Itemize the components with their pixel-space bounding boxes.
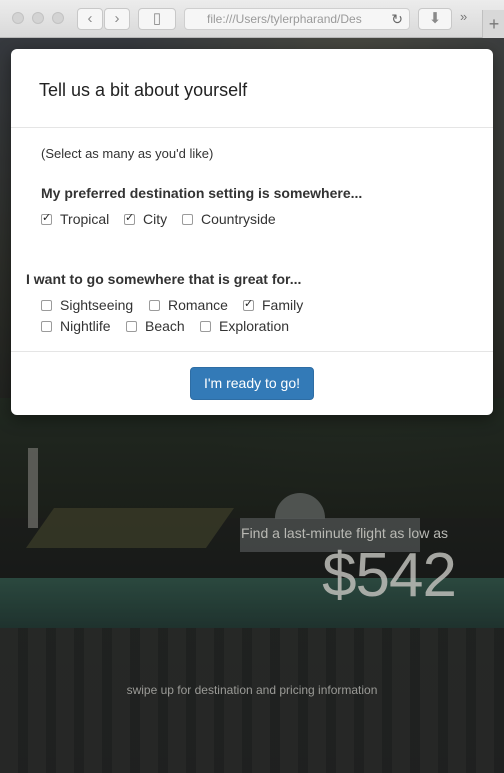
option-city[interactable]: City bbox=[124, 211, 167, 227]
downloads-button[interactable]: ⬇ bbox=[418, 8, 452, 30]
option-tropical[interactable]: Tropical bbox=[41, 211, 109, 227]
option-exploration[interactable]: Exploration bbox=[200, 318, 289, 334]
checkbox-tropical[interactable] bbox=[41, 211, 52, 225]
divider bbox=[11, 127, 493, 128]
chevron-right-icon: › bbox=[114, 10, 120, 27]
option-countryside[interactable]: Countryside bbox=[182, 211, 276, 227]
new-tab-button[interactable]: + bbox=[482, 10, 504, 38]
option-sightseeing[interactable]: Sightseeing bbox=[41, 297, 133, 313]
option-family[interactable]: Family bbox=[243, 297, 303, 313]
trip-purpose-question: I want to go somewhere that is great for… bbox=[26, 271, 302, 287]
more-toolbar-items-button[interactable]: » bbox=[460, 9, 467, 24]
reload-icon[interactable]: ↻ bbox=[391, 9, 403, 29]
option-beach[interactable]: Beach bbox=[126, 318, 185, 334]
divider bbox=[11, 351, 493, 352]
promo-price: $542 bbox=[322, 541, 457, 610]
sidebar-toggle-button[interactable]: ▯ bbox=[138, 8, 176, 30]
sidebar-icon: ▯ bbox=[152, 10, 162, 27]
chevron-left-icon: ‹ bbox=[87, 10, 93, 27]
back-button[interactable]: ‹ bbox=[77, 8, 103, 30]
close-window-button[interactable] bbox=[12, 12, 24, 24]
option-romance[interactable]: Romance bbox=[149, 297, 228, 313]
checkbox-beach[interactable] bbox=[126, 321, 137, 332]
selection-hint: (Select as many as you'd like) bbox=[41, 146, 214, 161]
preferences-modal: Tell us a bit about yourself (Select as … bbox=[11, 49, 493, 415]
browser-toolbar: ‹ › ▯ file:///Users/tylerpharand/Des ↻ ⬇… bbox=[0, 0, 504, 38]
forward-button[interactable]: › bbox=[104, 8, 130, 30]
destination-setting-question: My preferred destination setting is some… bbox=[41, 185, 363, 201]
checkbox-family[interactable] bbox=[243, 297, 254, 311]
checkbox-nightlife[interactable] bbox=[41, 321, 52, 332]
modal-title: Tell us a bit about yourself bbox=[39, 80, 248, 100]
promo-label: Find a last-minute flight as low as bbox=[241, 525, 448, 541]
download-icon: ⬇ bbox=[428, 10, 442, 27]
checkbox-sightseeing[interactable] bbox=[41, 300, 52, 311]
checkbox-exploration[interactable] bbox=[200, 321, 211, 332]
minimize-window-button[interactable] bbox=[32, 12, 44, 24]
checkbox-countryside[interactable] bbox=[182, 214, 193, 225]
ready-to-go-button[interactable]: I'm ready to go! bbox=[190, 367, 314, 400]
address-bar-url: file:///Users/tylerpharand/Des bbox=[207, 12, 362, 26]
checkbox-romance[interactable] bbox=[149, 300, 160, 311]
checkbox-city[interactable] bbox=[124, 211, 135, 225]
option-nightlife[interactable]: Nightlife bbox=[41, 318, 111, 334]
address-bar[interactable]: file:///Users/tylerpharand/Des ↻ bbox=[184, 8, 410, 30]
swipe-hint: swipe up for destination and pricing inf… bbox=[126, 683, 378, 697]
zoom-window-button[interactable] bbox=[52, 12, 64, 24]
